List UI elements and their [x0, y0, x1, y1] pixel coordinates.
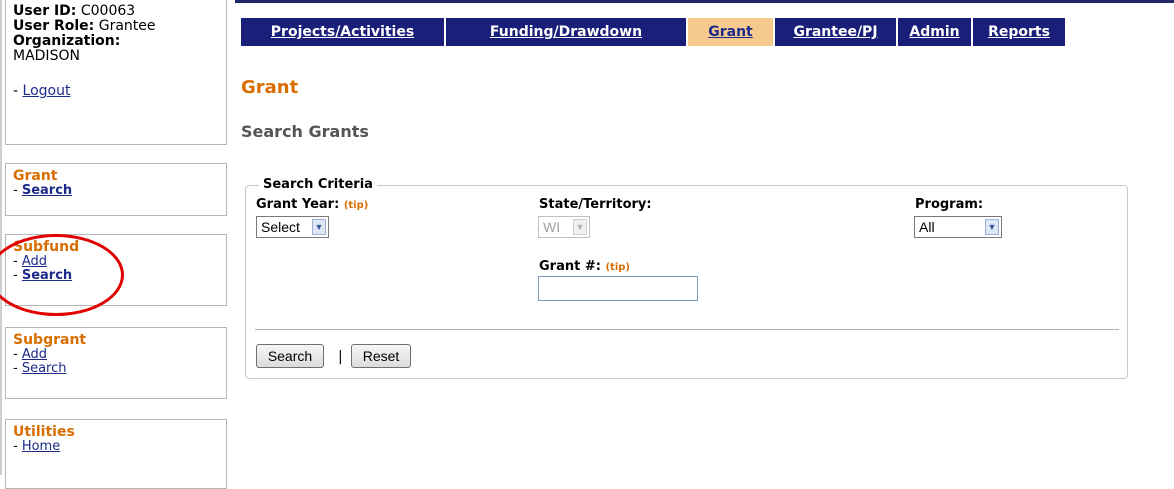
state-territory-select: WI ▼ — [538, 216, 590, 238]
search-panel-divider — [255, 329, 1119, 330]
item-prefix: - — [13, 183, 22, 198]
grant-year-label-group: Grant Year: (tip) — [256, 197, 368, 212]
search-criteria-legend: Search Criteria — [259, 177, 377, 192]
program-label: Program: — [915, 197, 984, 212]
top-navigation: Projects/Activities Funding/Drawdown Gra… — [241, 18, 1171, 46]
page-left-edge — [0, 0, 2, 475]
tab-grant[interactable]: Grant — [688, 18, 773, 46]
item-prefix: - — [13, 361, 22, 376]
item-prefix: - — [13, 439, 22, 454]
sidebar-section-subgrant: Subgrant - Add - Search — [5, 327, 227, 399]
button-separator: | — [338, 349, 343, 365]
sidebar-section-subfund: Subfund - Add - Search — [5, 234, 227, 306]
state-territory-select-value: WI — [543, 219, 561, 235]
tab-label: Projects/Activities — [270, 24, 415, 40]
tab-admin[interactable]: Admin — [898, 18, 971, 46]
search-button[interactable]: Search — [256, 344, 324, 368]
item-prefix: - — [13, 268, 22, 283]
state-territory-label: State/Territory: — [539, 197, 652, 212]
sidebar-header-subgrant: Subgrant — [13, 332, 87, 348]
grant-year-tip-link[interactable]: (tip) — [344, 200, 369, 211]
grant-number-input[interactable] — [538, 276, 698, 301]
sidebar-item-utilities-home[interactable]: Home — [22, 439, 60, 454]
logout-link[interactable]: Logout — [23, 83, 71, 99]
sidebar-item-grant-search[interactable]: Search — [22, 183, 72, 198]
sidebar-header-utilities: Utilities — [13, 424, 75, 440]
program-select-value: All — [919, 219, 935, 235]
tab-label: Reports — [988, 24, 1050, 40]
tab-label: Grantee/PJ — [793, 24, 878, 40]
logout-prefix: - — [13, 83, 23, 99]
user-role-label: User Role: — [13, 18, 95, 34]
sidebar-item-subfund-search[interactable]: Search — [22, 268, 72, 283]
organization-value: MADISON — [13, 48, 80, 64]
tab-funding-drawdown[interactable]: Funding/Drawdown — [446, 18, 686, 46]
sidebar-section-utilities: Utilities - Home — [5, 419, 227, 489]
grant-year-label: Grant Year: — [256, 197, 340, 212]
grant-number-label: Grant #: — [539, 259, 601, 274]
tab-label: Grant — [708, 24, 753, 40]
program-select[interactable]: All ▼ — [914, 216, 1002, 238]
tab-grantee-pj[interactable]: Grantee/PJ — [775, 18, 896, 46]
chevron-down-icon: ▼ — [985, 219, 999, 235]
sidebar-item-subgrant-search[interactable]: Search — [22, 361, 67, 376]
sidebar-item-subgrant-add[interactable]: Add — [22, 347, 47, 362]
user-id-value: C00063 — [80, 3, 136, 19]
organization-label: Organization: — [13, 33, 121, 49]
sidebar-section-grant: Grant - Search — [5, 163, 227, 216]
user-role-value: Grantee — [98, 18, 156, 34]
grant-number-label-group: Grant #: (tip) — [539, 259, 630, 274]
user-id-label: User ID: — [13, 3, 77, 19]
tab-label: Funding/Drawdown — [489, 24, 643, 40]
tab-projects-activities[interactable]: Projects/Activities — [241, 18, 444, 46]
grant-year-select[interactable]: Select ▼ — [256, 216, 329, 238]
item-prefix: - — [13, 347, 22, 362]
grant-year-select-value: Select — [261, 219, 300, 235]
page-subtitle: Search Grants — [241, 122, 369, 141]
tab-reports[interactable]: Reports — [973, 18, 1065, 46]
page-title: Grant — [241, 77, 299, 98]
tab-label: Admin — [909, 24, 960, 40]
item-prefix: - — [13, 254, 22, 269]
sidebar-header-grant: Grant — [13, 168, 58, 184]
chevron-down-icon: ▼ — [573, 219, 587, 235]
sidebar-item-subfund-add[interactable]: Add — [22, 254, 47, 269]
grant-number-tip-link[interactable]: (tip) — [605, 262, 630, 273]
sidebar-header-subfund: Subfund — [13, 239, 80, 255]
top-rule — [235, 0, 1174, 3]
chevron-down-icon: ▼ — [312, 219, 326, 235]
user-info-panel: User ID: C00063 User Role: Grantee Organ… — [5, 0, 227, 145]
reset-button[interactable]: Reset — [351, 344, 411, 368]
